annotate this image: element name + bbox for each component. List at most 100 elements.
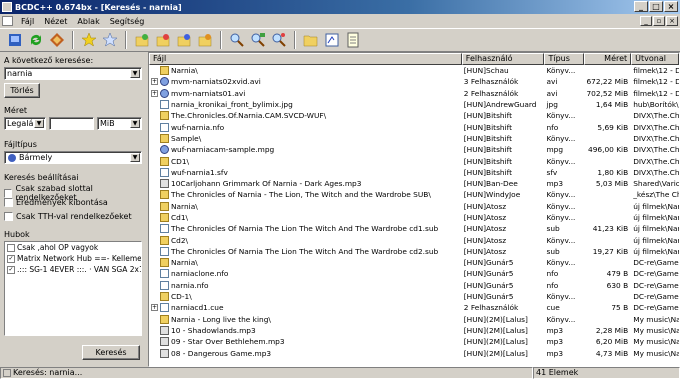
hub-item[interactable]: ✓.::: SG-1 4EVER :::. · VAN SGA 2x1 bbox=[5, 264, 141, 275]
mdi-window-icon[interactable] bbox=[2, 16, 13, 26]
size-value-input[interactable] bbox=[49, 117, 94, 130]
table-row[interactable]: The.Chronicles.Of.Narnia.CAM.SVCD-WUF\ [H… bbox=[149, 110, 679, 121]
search-spy-icon[interactable] bbox=[270, 31, 288, 49]
checkbox-box[interactable]: ✓ bbox=[7, 254, 15, 263]
file-icon bbox=[160, 269, 169, 279]
file-name: wuf-narniacam-sample.mpg bbox=[171, 145, 275, 155]
table-row[interactable]: wuf-narnia.nfo [HUN]Bitshift nfo 5,69 KiB DI… bbox=[149, 121, 679, 132]
open-filelist-icon[interactable] bbox=[302, 31, 320, 49]
chevron-down-icon[interactable]: ▼ bbox=[34, 119, 44, 128]
folder-icon bbox=[160, 156, 169, 166]
table-row[interactable]: 08 - Dangerous Game.mp3 [HUN](2M)[Lalus] m… bbox=[149, 347, 679, 358]
chevron-down-icon[interactable]: ▼ bbox=[130, 69, 140, 78]
table-row[interactable]: 09 - Star Over Bethlehem.mp3 [HUN](2M)[La… bbox=[149, 336, 679, 347]
maximize-button[interactable]: □ bbox=[649, 1, 663, 12]
folder-icon bbox=[160, 258, 169, 268]
table-row[interactable]: The Chronicles Of Narnia The Lion The Wi… bbox=[149, 223, 679, 234]
expand-results-checkbox[interactable]: Eredmények kibontása bbox=[4, 198, 108, 207]
menu-file[interactable]: Fájl bbox=[16, 17, 39, 26]
checkbox-box[interactable] bbox=[4, 198, 13, 207]
checkbox-box[interactable] bbox=[4, 212, 13, 221]
expand-icon[interactable]: + bbox=[151, 89, 158, 97]
chevron-down-icon[interactable]: ▼ bbox=[130, 119, 140, 128]
menu-help[interactable]: Segítség bbox=[105, 17, 150, 26]
table-row[interactable]: 10 - Shadowlands.mp3 [HUN](2M)[Lalus] mp3 2… bbox=[149, 325, 679, 336]
filetype-select[interactable]: Bármely ▼ bbox=[4, 151, 142, 164]
column-name[interactable]: Fájl bbox=[149, 53, 462, 65]
file-name: 09 - Star Over Bethlehem.mp3 bbox=[171, 337, 285, 347]
column-path[interactable]: Útvonal bbox=[631, 53, 679, 65]
table-row[interactable]: narnia.nfo [HUN]Gunár5 nfo 630 B DC-re\Games… bbox=[149, 280, 679, 291]
cell-path: _kész\The Ch bbox=[633, 190, 680, 200]
only-tth-checkbox[interactable]: Csak TTH-val rendelkezőeket bbox=[4, 212, 132, 221]
reconnect-icon[interactable] bbox=[48, 31, 66, 49]
favorites-icon[interactable] bbox=[80, 31, 98, 49]
menu-window[interactable]: Ablak bbox=[72, 17, 104, 26]
adl-search-icon[interactable] bbox=[249, 31, 267, 49]
cell-type: Könyv... bbox=[546, 258, 576, 268]
checkbox-box[interactable] bbox=[7, 243, 15, 252]
table-row[interactable]: Narnia - Long live the king\ [HUN](2M)[La… bbox=[149, 314, 679, 325]
folder-icon bbox=[160, 213, 169, 222]
hub-item[interactable]: ✓ Matrix Network Hub ==- Kellemes K bbox=[5, 253, 141, 264]
table-row[interactable]: CD-1\ [HUN]Gunár5 Könyv... DC-re\Games\ bbox=[149, 291, 679, 302]
table-row[interactable]: The Chronicles of Narnia - The Lion, The… bbox=[149, 189, 679, 200]
settings-icon[interactable] bbox=[323, 31, 341, 49]
table-row[interactable]: Sample\ [HUN]Bitshift Könyv... DIVX\The.Ch bbox=[149, 133, 679, 144]
search-icon[interactable] bbox=[228, 31, 246, 49]
size-unit-select[interactable]: MiB ▼ bbox=[97, 117, 142, 130]
cell-type: Könyv... bbox=[546, 292, 576, 302]
finished-icon[interactable] bbox=[154, 31, 172, 49]
column-user[interactable]: Felhasználó bbox=[461, 53, 545, 65]
table-row[interactable]: narnia_kronikai_front_bylimix.jpg [HUN]An… bbox=[149, 99, 679, 110]
minimize-button[interactable]: _ bbox=[634, 1, 648, 12]
cell-user: [HUN]Bitshift bbox=[463, 145, 513, 155]
table-row[interactable]: wuf-narniacam-sample.mpg [HUN]Bitshift mpg… bbox=[149, 144, 679, 155]
cell-user: [HUN](2M)[Lalus] bbox=[463, 337, 528, 347]
close-button[interactable]: × bbox=[664, 1, 678, 12]
table-row[interactable]: + mvm-narniats02xvid.avi 3 Felhasználók avi… bbox=[149, 76, 679, 87]
cell-name: + narniacd1.cue bbox=[149, 303, 462, 313]
menu-view[interactable]: Nézet bbox=[39, 17, 72, 26]
queue-icon[interactable] bbox=[133, 31, 151, 49]
hub-item[interactable]: Csak ,ahol OP vagyok bbox=[5, 242, 141, 253]
search-button[interactable]: Keresés bbox=[82, 345, 140, 360]
column-type[interactable]: Típus bbox=[544, 53, 585, 65]
table-row[interactable]: Narnia\ [HUN]Gunár5 Könyv... DC-re\Games\ bbox=[149, 257, 679, 268]
mdi-close-button[interactable]: × bbox=[666, 16, 678, 26]
checkbox-box[interactable] bbox=[4, 188, 13, 198]
cell-path: DIVX\The.Ch bbox=[633, 122, 680, 132]
chevron-down-icon[interactable]: ▼ bbox=[130, 153, 140, 162]
mdi-restore-button[interactable]: ▫ bbox=[653, 16, 665, 26]
table-row[interactable]: Cd2\ [HUN]Atosz Könyv... új filmek\Narni bbox=[149, 234, 679, 245]
search-input[interactable]: narnia ▼ bbox=[4, 67, 142, 80]
cell-user: 3 Felhasználók bbox=[463, 77, 519, 87]
table-row[interactable]: Cd1\ [HUN]Atosz Könyv... új filmek\Narni bbox=[149, 212, 679, 223]
mdi-minimize-button[interactable]: _ bbox=[640, 16, 652, 26]
cell-path: DIVX\The.Ch bbox=[633, 156, 680, 166]
table-row[interactable]: Narnia\ [HUN]Schau Könyv... filmek\12 - De bbox=[149, 65, 679, 76]
connect-icon[interactable] bbox=[6, 31, 24, 49]
table-row[interactable]: 10Carljohann Grimmark Of Narnia - Dark A… bbox=[149, 178, 679, 189]
expand-icon[interactable]: + bbox=[151, 78, 158, 86]
cell-size: 1,64 MiB bbox=[595, 100, 629, 110]
table-row[interactable]: Narnia\ [HUN]Atosz Könyv... új filmek\Narni bbox=[149, 201, 679, 212]
upload-queue-icon[interactable] bbox=[175, 31, 193, 49]
table-row[interactable]: + mvm-narniats01.avi 2 Felhasználók avi 702,… bbox=[149, 88, 679, 99]
table-row[interactable]: The Chronicles Of Narnia The Lion The Wi… bbox=[149, 246, 679, 257]
table-row[interactable]: wuf-narnia1.sfv [HUN]Bitshift sfv 1,80 KiB D… bbox=[149, 167, 679, 178]
notepad-icon[interactable] bbox=[344, 31, 362, 49]
expand-icon[interactable]: + bbox=[151, 304, 158, 312]
column-size[interactable]: Méret bbox=[584, 53, 632, 65]
size-mode-select[interactable]: Legalább ▼ bbox=[4, 117, 46, 130]
table-row[interactable]: CD1\ [HUN]Bitshift Könyv... DIVX\The.Ch bbox=[149, 155, 679, 166]
table-row[interactable]: narniaclone.nfo [HUN]Gunár5 nfo 479 B DC-re\… bbox=[149, 268, 679, 279]
favorite-users-icon[interactable] bbox=[101, 31, 119, 49]
file-name: Narnia - Long live the king\ bbox=[171, 314, 271, 324]
download-finished-icon[interactable] bbox=[196, 31, 214, 49]
checkbox-box[interactable]: ✓ bbox=[7, 265, 15, 274]
refresh-icon[interactable] bbox=[27, 31, 45, 49]
clear-button[interactable]: Törlés bbox=[4, 83, 40, 98]
table-row[interactable]: + narniacd1.cue 2 Felhasználók cue 75 B DC-re… bbox=[149, 302, 679, 313]
cell-user: [HUN](2M)[Lalus] bbox=[463, 348, 528, 358]
